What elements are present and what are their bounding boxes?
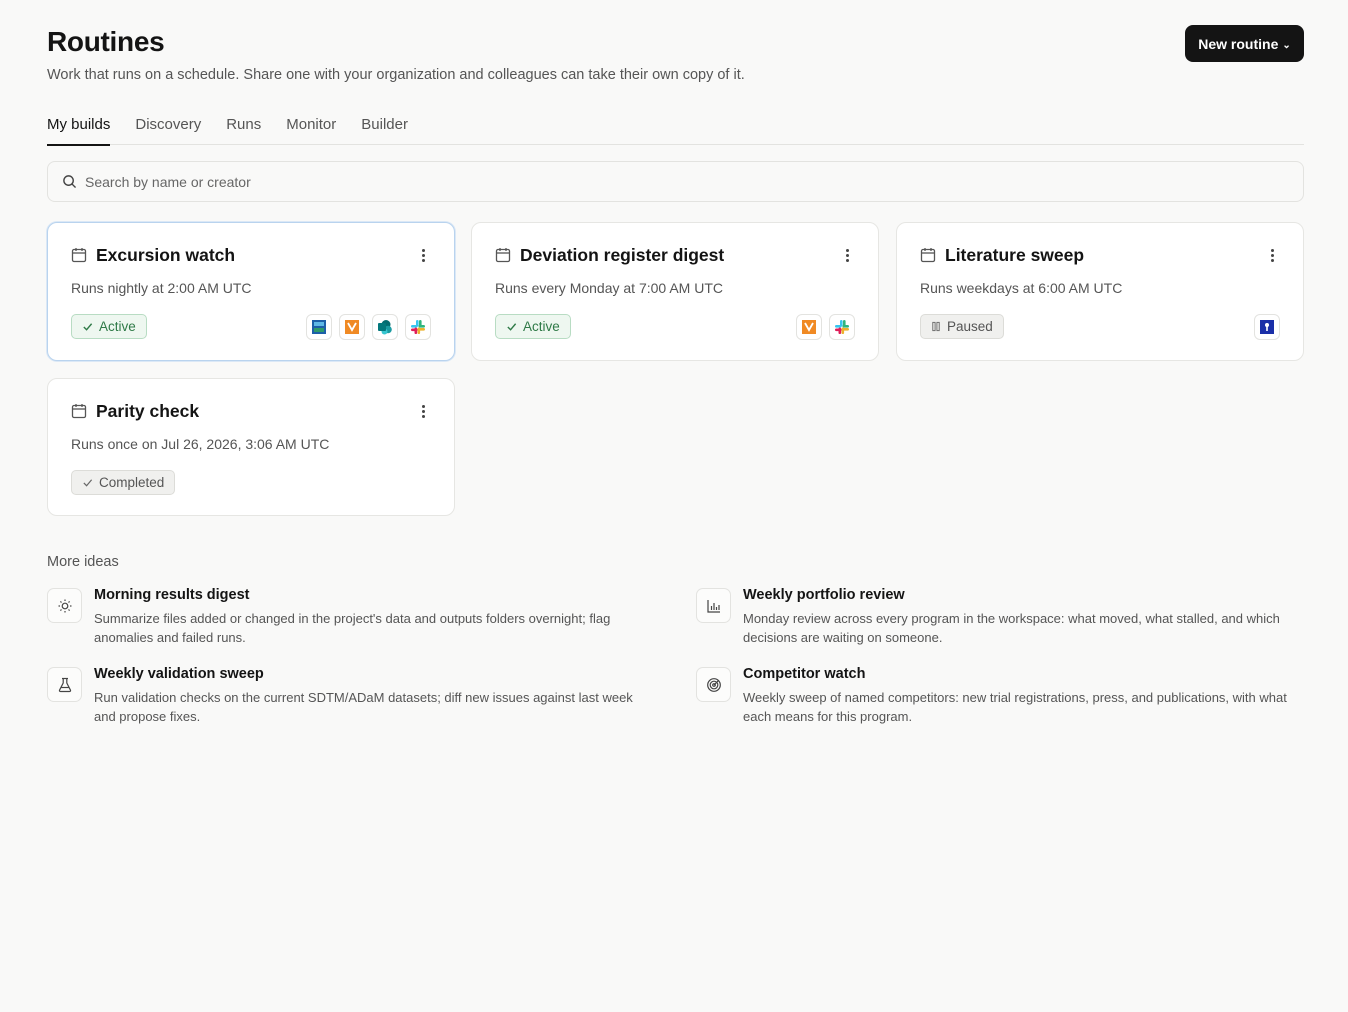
idea-title: Weekly portfolio review (743, 587, 905, 603)
sun-icon (47, 588, 82, 623)
more-options-icon[interactable] (1265, 247, 1279, 263)
idea-description: Summarize files added or changed in the … (94, 611, 611, 645)
chevron-down-icon: ⌄ (1282, 40, 1291, 51)
tab-discovery[interactable]: Discovery (135, 108, 201, 145)
idea-title: Weekly validation sweep (94, 666, 264, 682)
routine-card-excursion-watch[interactable]: Excursion watch Runs nightly at 2:00 AM … (47, 222, 455, 361)
radar-icon (696, 667, 731, 702)
calendar-icon (71, 248, 87, 263)
search-box (47, 161, 1304, 202)
status-badge: Active (71, 314, 147, 339)
more-options-icon[interactable] (416, 403, 430, 419)
check-icon (507, 323, 517, 331)
tab-monitor[interactable]: Monitor (286, 108, 336, 145)
idea-description: Weekly sweep of named competitors: new t… (743, 690, 1287, 724)
sharepoint-app-icon (372, 314, 398, 340)
routine-title: Deviation register digest (520, 245, 725, 265)
search-input[interactable] (85, 173, 1085, 190)
idea-description: Run validation checks on the current SDT… (94, 690, 633, 724)
page-title: Routines (47, 26, 165, 57)
more-options-icon[interactable] (416, 247, 430, 263)
new-routine-button[interactable]: New routine ⌄ (1185, 25, 1304, 62)
check-icon (83, 323, 93, 331)
veeva-app-icon (339, 314, 365, 340)
more-options-icon[interactable] (840, 247, 854, 263)
slack-app-icon (829, 314, 855, 340)
pubmed-app-icon (1254, 314, 1280, 340)
routine-card-parity-check[interactable]: Parity check Runs once on Jul 26, 2026, … (47, 378, 455, 516)
status-badge: Active (495, 314, 571, 339)
calendar-icon (920, 248, 936, 263)
calendar-icon (495, 248, 511, 263)
connected-apps (796, 314, 855, 340)
routine-schedule: Runs once on Jul 26, 2026, 3:06 AM UTC (71, 436, 330, 452)
status-label: Completed (99, 475, 165, 490)
ledger-app-icon (306, 314, 332, 340)
routine-title: Literature sweep (945, 245, 1085, 265)
tab-bar: My builds Discovery Runs Monitor Builder (47, 108, 1304, 146)
veeva-app-icon (796, 314, 822, 340)
routine-schedule: Runs weekdays at 6:00 AM UTC (920, 280, 1123, 296)
routine-card-deviation-register-digest[interactable]: Deviation register digest Runs every Mon… (471, 222, 879, 361)
routine-title: Parity check (96, 401, 200, 421)
routine-card-literature-sweep[interactable]: Literature sweep Runs weekdays at 6:00 A… (896, 222, 1304, 361)
status-label: Active (523, 319, 560, 334)
slack-app-icon (405, 314, 431, 340)
page-subtitle: Work that runs on a schedule. Share one … (47, 67, 745, 83)
connected-apps (1254, 314, 1280, 340)
routine-schedule: Runs nightly at 2:00 AM UTC (71, 280, 252, 296)
status-badge: Completed (71, 470, 176, 495)
new-routine-label: New routine (1198, 35, 1279, 52)
status-label: Active (99, 319, 136, 334)
status-label: Paused (947, 319, 993, 334)
connected-apps (306, 314, 431, 340)
flask-icon (47, 667, 82, 702)
status-badge: Paused (920, 314, 1004, 339)
tab-runs[interactable]: Runs (226, 108, 261, 145)
routine-schedule: Runs every Monday at 7:00 AM UTC (495, 280, 723, 296)
idea-description: Monday review across every program in th… (743, 611, 1280, 645)
pause-icon (932, 321, 940, 332)
more-ideas-heading: More ideas (47, 554, 119, 570)
tab-my-builds[interactable]: My builds (47, 108, 111, 146)
idea-title: Competitor watch (743, 666, 866, 682)
calendar-icon (71, 404, 87, 419)
check-icon (83, 479, 93, 487)
idea-title: Morning results digest (94, 587, 250, 603)
search-icon (63, 175, 76, 188)
routine-title: Excursion watch (96, 245, 236, 265)
tab-builder[interactable]: Builder (361, 108, 408, 145)
bar-chart-icon (696, 588, 731, 623)
